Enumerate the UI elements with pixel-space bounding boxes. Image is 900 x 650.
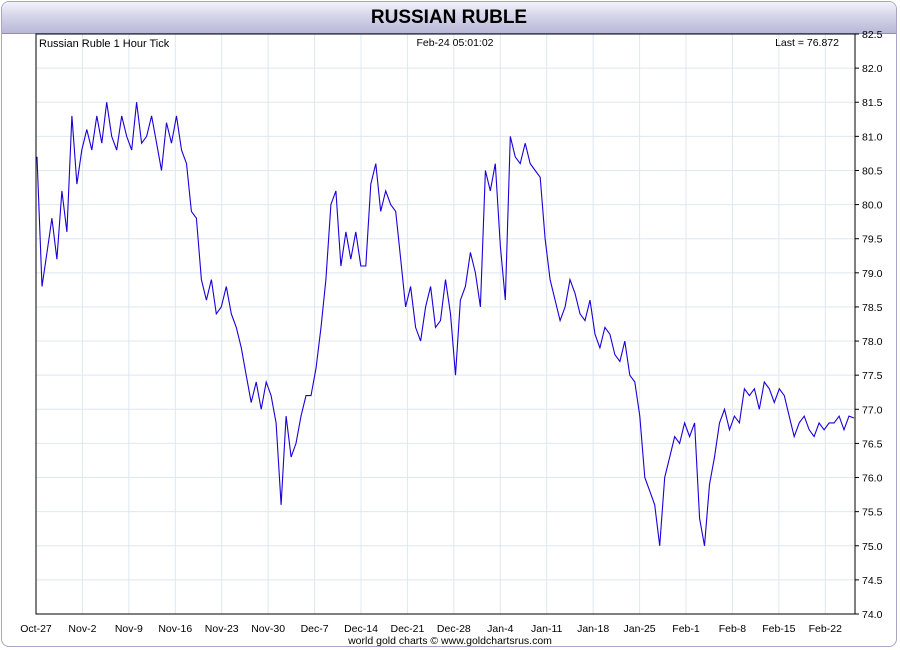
grid-lines xyxy=(36,33,855,615)
x-tick-label: Dec-21 xyxy=(390,623,424,635)
x-tick-label: Dec-28 xyxy=(437,623,471,635)
y-tick-label: 79.5 xyxy=(862,234,883,246)
series-label: Russian Ruble 1 Hour Tick xyxy=(39,38,170,50)
x-tick-label: Nov-30 xyxy=(251,623,285,635)
last-price-label: Last = 76.872 xyxy=(775,37,839,49)
y-tick-label: 82.0 xyxy=(862,63,883,75)
y-tick-marks xyxy=(855,33,859,615)
y-tick-label: 82.5 xyxy=(862,29,883,41)
x-tick-label: Feb-15 xyxy=(762,623,795,635)
x-tick-label: Feb-8 xyxy=(719,623,747,635)
y-tick-label: 78.5 xyxy=(862,302,883,314)
footer-credit: world gold charts © www.goldchartsrus.co… xyxy=(347,635,552,647)
x-tick-label: Dec-14 xyxy=(344,623,378,635)
x-tick-label: Jan-25 xyxy=(624,623,656,635)
y-tick-label: 80.5 xyxy=(862,165,883,177)
timestamp-label: Feb-24 05:01:02 xyxy=(416,37,493,49)
y-tick-label: 81.5 xyxy=(862,97,883,109)
x-tick-label: Jan-18 xyxy=(577,623,609,635)
x-tick-label: Nov-16 xyxy=(158,623,192,635)
x-tick-label: Feb-22 xyxy=(809,623,842,635)
x-tick-label: Jan-4 xyxy=(487,623,513,635)
y-tick-label: 79.0 xyxy=(862,268,883,280)
ruble-price-line xyxy=(36,102,855,546)
x-axis-ticks: Oct-27 Nov-2 Nov-9 Nov-16 Nov-23 Nov-30 Dec-7 D… xyxy=(20,623,842,635)
y-tick-label: 80.0 xyxy=(862,200,883,212)
y-tick-label: 75.5 xyxy=(862,507,883,519)
y-axis-ticks: 82.5 82.0 81.5 81.0 80.5 80.0 79.5 79.0 78.5 78.0… xyxy=(862,29,883,621)
x-tick-label: Nov-2 xyxy=(68,623,96,635)
y-tick-label: 76.5 xyxy=(862,438,883,450)
y-tick-label: 77.0 xyxy=(862,404,883,416)
x-tick-label: Jan-11 xyxy=(531,623,562,635)
y-tick-label: 77.5 xyxy=(862,370,883,382)
y-tick-label: 81.0 xyxy=(862,131,883,143)
x-tick-label: Oct-27 xyxy=(20,623,52,635)
chart-svg: 82.5 82.0 81.5 81.0 80.5 80.0 79.5 79.0 78.5 78.0… xyxy=(20,29,883,647)
x-tick-label: Dec-7 xyxy=(301,623,329,635)
x-tick-label: Nov-9 xyxy=(115,623,143,635)
y-tick-label: 74.5 xyxy=(862,575,883,587)
x-tick-label: Nov-23 xyxy=(205,623,239,635)
y-tick-label: 75.0 xyxy=(862,541,883,553)
x-tick-label: Feb-1 xyxy=(672,623,700,635)
y-tick-label: 76.0 xyxy=(862,473,883,485)
y-tick-label: 78.0 xyxy=(862,336,883,348)
y-tick-label: 74.0 xyxy=(862,609,883,621)
